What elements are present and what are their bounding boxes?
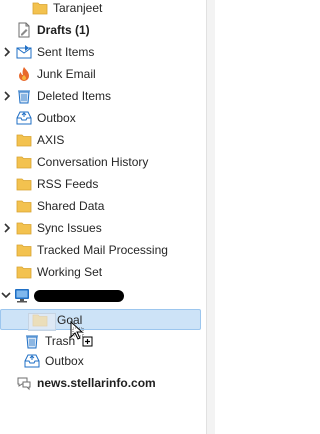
folder-label: Conversation History [37, 155, 149, 169]
newsgroup-icon [16, 375, 32, 391]
trash-icon [24, 333, 40, 349]
folder-item-trash[interactable]: Trash [0, 330, 207, 352]
chevron-right-icon[interactable] [2, 85, 12, 107]
folder-label: Sync Issues [37, 221, 102, 235]
folder-item-tracked-mail-processing[interactable]: Tracked Mail Processing [0, 239, 207, 261]
outbox-icon [16, 110, 32, 126]
account-header-news[interactable]: news.stellarinfo.com [0, 372, 207, 394]
folder-item-conversation-history[interactable]: Conversation History [0, 151, 207, 173]
account-header-redacted[interactable] [0, 284, 207, 306]
folder-label: Taranjeet [53, 1, 103, 15]
sent-items-icon [16, 44, 32, 60]
chevron-right-icon[interactable] [2, 41, 12, 63]
folder-label: Outbox [45, 354, 84, 368]
folder-label: Junk Email [37, 67, 96, 81]
folder-item-shared-data[interactable]: Shared Data [0, 195, 207, 217]
folder-item-sent-items[interactable]: Sent Items [0, 41, 207, 63]
folder-label: Working Set [37, 265, 103, 279]
drafts-icon [16, 22, 32, 38]
folder-label: AXIS [37, 133, 65, 147]
folder-label: Deleted Items [37, 89, 112, 103]
folder-icon [32, 0, 48, 16]
folder-item-rss-feeds[interactable]: RSS Feeds [0, 173, 207, 195]
folder-item-sync-issues[interactable]: Sync Issues [0, 217, 207, 239]
account-label: news.stellarinfo.com [37, 376, 156, 390]
outbox-icon [24, 353, 40, 369]
folder-item-axis[interactable]: AXIS [0, 129, 207, 151]
folder-icon [16, 242, 32, 258]
folder-item-working-set[interactable]: Working Set [0, 261, 207, 283]
folder-label: Drafts (1) [37, 23, 90, 37]
folder-label: Sent Items [37, 45, 95, 59]
folder-icon [16, 264, 32, 280]
folder-icon [16, 132, 32, 148]
deleted-items-icon [16, 88, 32, 104]
redacted-account-name [34, 290, 124, 302]
chevron-down-icon[interactable] [1, 284, 11, 306]
junk-email-icon [16, 66, 32, 82]
folder-item-drafts[interactable]: Drafts (1) [0, 19, 207, 41]
folder-label: Shared Data [37, 199, 105, 213]
folder-item-outbox-account2[interactable]: Outbox [0, 350, 207, 372]
folder-item-junk-email[interactable]: Junk Email [0, 63, 207, 85]
chevron-right-icon[interactable] [2, 217, 12, 239]
folder-item-deleted-items[interactable]: Deleted Items [0, 85, 207, 107]
folder-label: RSS Feeds [37, 177, 99, 191]
computer-account-icon [14, 287, 30, 303]
folder-pane: Taranjeet Drafts (1) Sent Items Junk Ema… [0, 0, 207, 434]
folder-icon [16, 198, 32, 214]
drag-ghost-image [28, 313, 56, 331]
folder-item-taranjeet[interactable]: Taranjeet [0, 0, 207, 19]
folder-icon [16, 176, 32, 192]
folder-item-outbox[interactable]: Outbox [0, 107, 207, 129]
folder-icon [16, 154, 32, 170]
folder-label: Outbox [37, 111, 76, 125]
scrollbar-track[interactable] [207, 0, 215, 434]
folder-label: Tracked Mail Processing [37, 243, 168, 257]
folder-icon [16, 220, 32, 236]
drag-copy-cursor-icon [70, 320, 96, 349]
